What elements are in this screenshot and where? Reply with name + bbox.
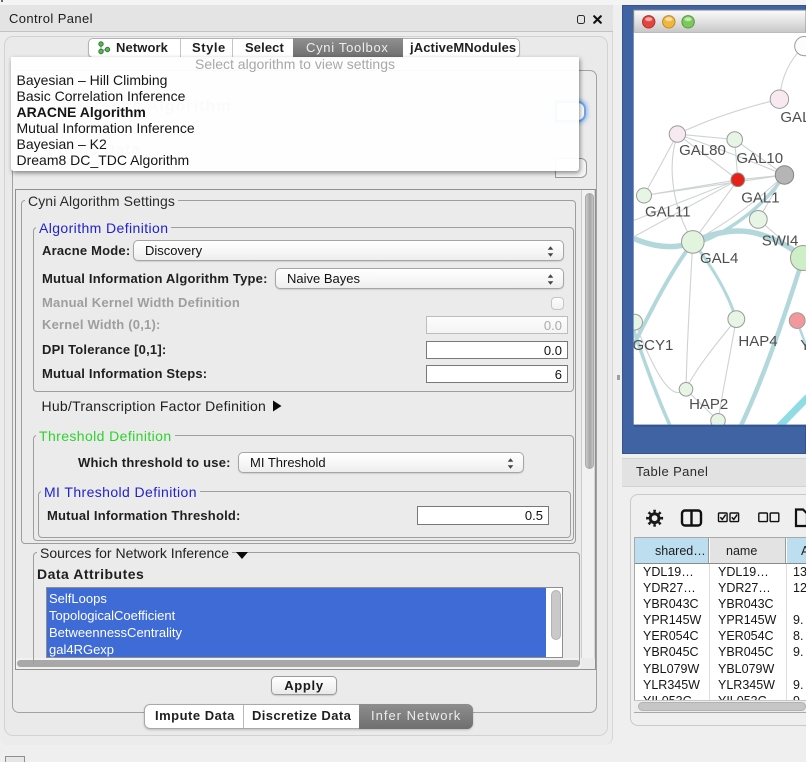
svg-text:HAP2: HAP2 bbox=[689, 396, 728, 413]
svg-text:GAL4: GAL4 bbox=[700, 250, 738, 267]
svg-text:SWI4: SWI4 bbox=[762, 233, 799, 250]
svg-text:Y: Y bbox=[800, 337, 806, 354]
svg-text:GCY1: GCY1 bbox=[633, 337, 674, 354]
svg-text:GAL: GAL bbox=[780, 109, 806, 126]
svg-text:GAL10: GAL10 bbox=[736, 150, 783, 167]
svg-text:GAL1: GAL1 bbox=[741, 190, 779, 207]
svg-text:HAP4: HAP4 bbox=[738, 333, 777, 350]
svg-text:GAL11: GAL11 bbox=[645, 204, 691, 221]
svg-text:GAL80: GAL80 bbox=[679, 142, 726, 159]
